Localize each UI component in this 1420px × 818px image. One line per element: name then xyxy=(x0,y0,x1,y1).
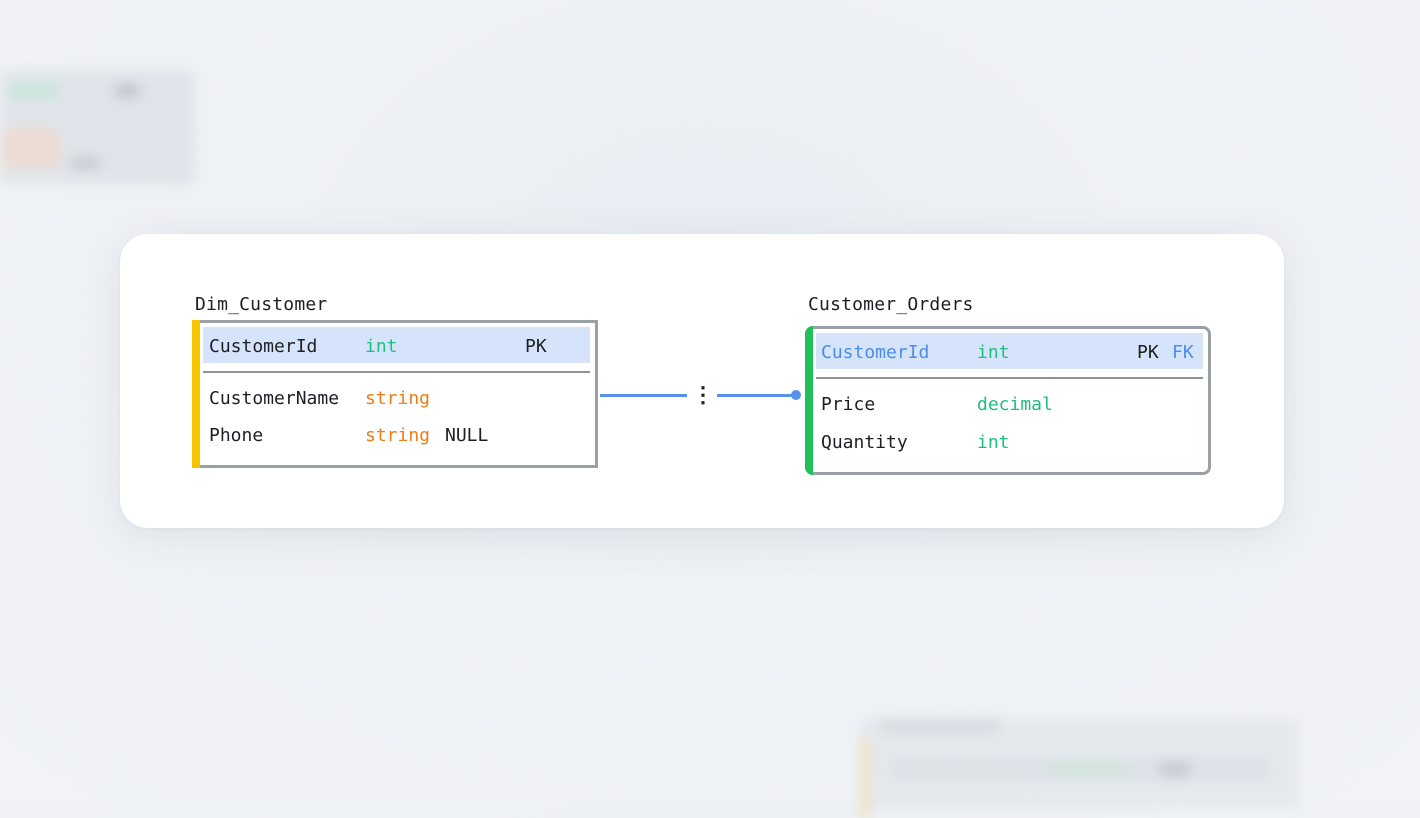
relation-line[interactable] xyxy=(600,394,687,397)
column-name[interactable]: Phone xyxy=(209,425,263,447)
pk-badge: PK xyxy=(525,336,547,357)
background-blurred-table xyxy=(860,718,1300,818)
relation-endpoint-dot xyxy=(791,390,801,400)
column-type: string xyxy=(365,425,431,446)
table-title: Dim_Customer xyxy=(195,294,328,315)
relation-cardinality-marker[interactable]: ⋮ xyxy=(692,385,714,407)
column-type: int xyxy=(365,336,398,357)
entity-accent-bar xyxy=(192,320,200,468)
entity-customer-orders[interactable]: CustomerId int PK FK Price decimal Quant… xyxy=(805,326,1211,475)
divider xyxy=(203,371,590,373)
column-name[interactable]: CustomerName xyxy=(209,388,339,410)
pk-badge: PK xyxy=(1137,342,1159,363)
column-name: CustomerId xyxy=(209,336,318,357)
column-type: decimal xyxy=(977,394,1053,415)
column-type: int xyxy=(977,432,1010,453)
table-title: Customer_Orders xyxy=(808,294,974,315)
column-type: string xyxy=(365,388,431,409)
column-name[interactable]: Quantity xyxy=(821,432,908,454)
background-blurred-table xyxy=(0,70,195,185)
relation-line[interactable] xyxy=(717,394,797,397)
diagram-card: Dim_Customer CustomerId int PK CustomerN… xyxy=(120,234,1284,528)
entity-dim-customer[interactable]: CustomerId int PK CustomerName string Ph… xyxy=(192,320,598,468)
entity-accent-bar xyxy=(805,326,813,475)
column-name[interactable]: Price xyxy=(821,394,875,416)
column-name: CustomerId xyxy=(821,342,930,363)
nullable-flag: NULL xyxy=(445,425,489,446)
column-type: int xyxy=(977,342,1010,363)
fk-badge: FK xyxy=(1172,342,1194,363)
divider xyxy=(816,377,1203,379)
